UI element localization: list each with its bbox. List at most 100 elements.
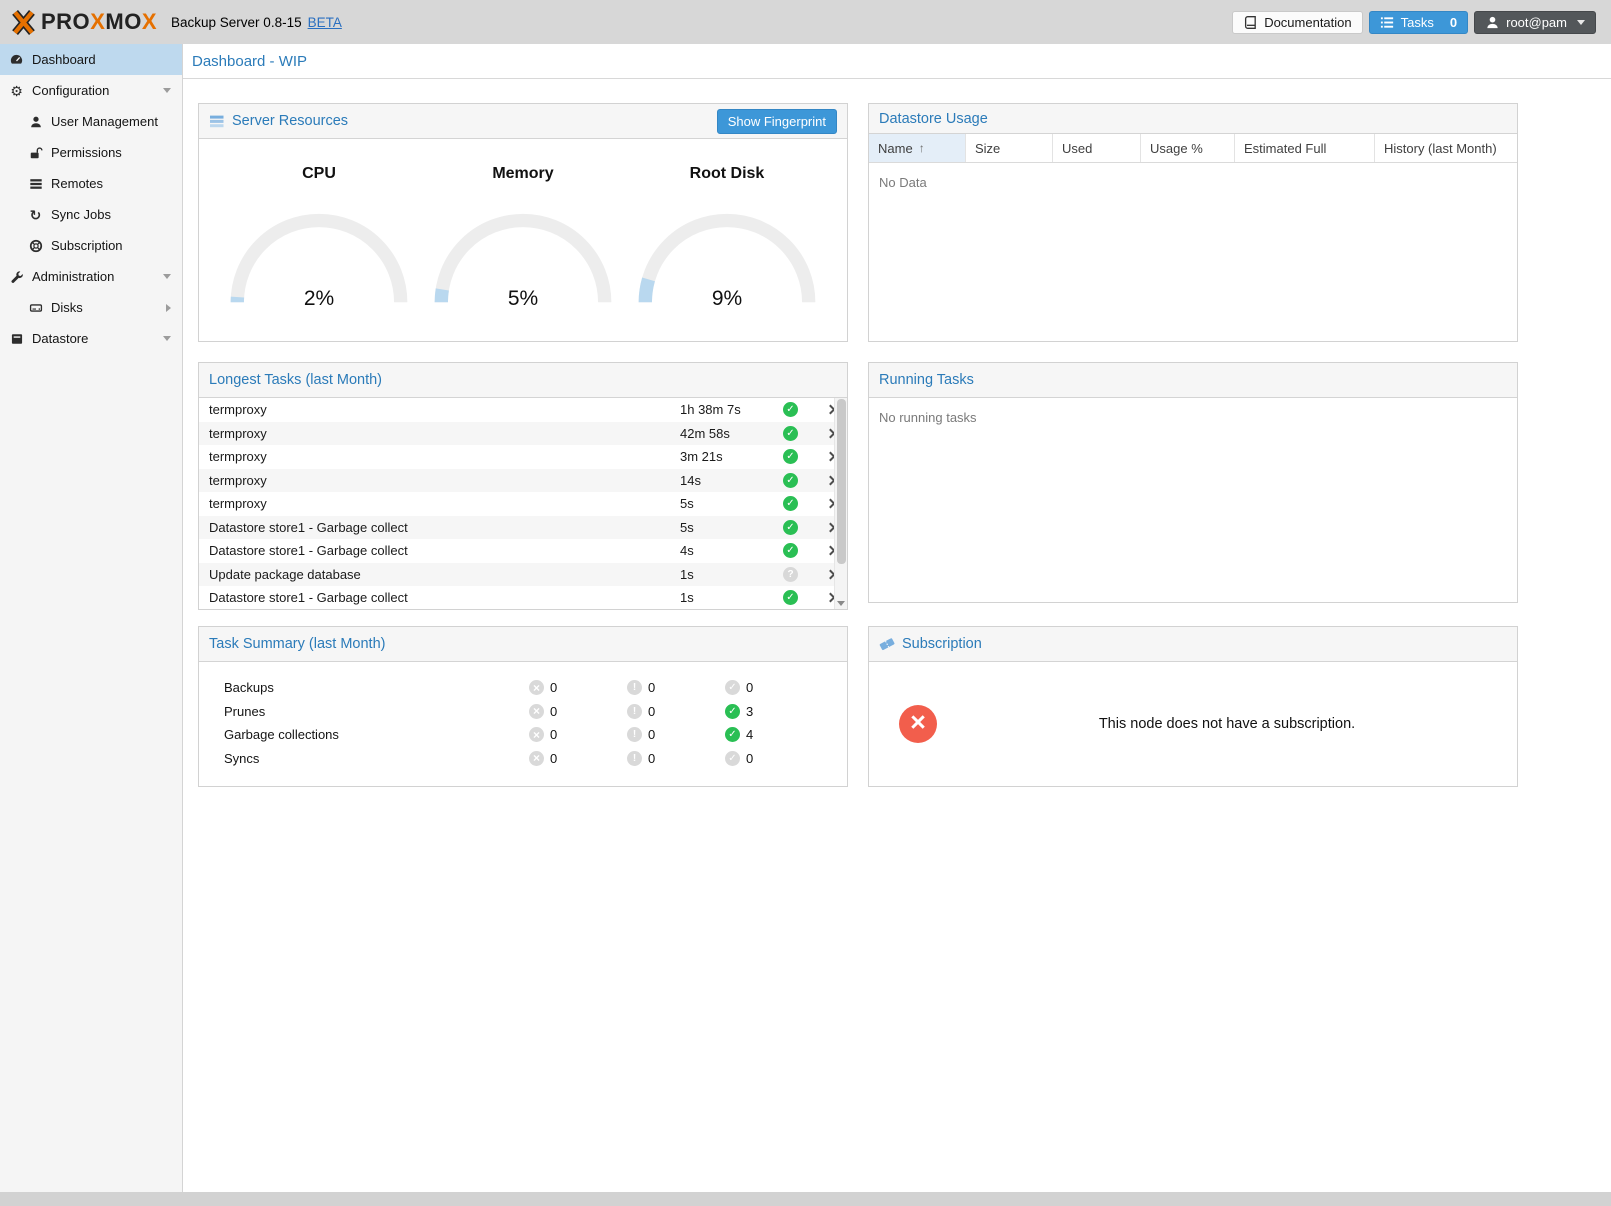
ok-count-icon	[725, 751, 740, 766]
resources-bars-icon	[209, 113, 225, 129]
wrench-icon	[9, 269, 24, 284]
dashboard-icon	[9, 52, 24, 67]
sidebar-item-dashboard[interactable]: Dashboard	[0, 44, 182, 75]
bottom-bar	[0, 1192, 1611, 1206]
scrollbar-thumb[interactable]	[837, 399, 846, 564]
life-ring-icon	[28, 238, 43, 253]
sidebar-item-remotes[interactable]: Remotes	[0, 168, 182, 199]
cpu-gauge: CPU 2%	[224, 165, 414, 315]
sidebar-item-sync-jobs[interactable]: ↻ Sync Jobs	[0, 199, 182, 230]
warning-count-icon	[627, 727, 642, 742]
sidebar-item-subscription[interactable]: Subscription	[0, 230, 182, 261]
documentation-button[interactable]: Documentation	[1232, 11, 1362, 34]
ok-count-icon	[725, 704, 740, 719]
error-count-icon	[529, 704, 544, 719]
task-status-icon	[783, 590, 798, 605]
gears-icon: ⚙	[9, 83, 24, 98]
task-row[interactable]: Update package database 1s	[199, 563, 847, 587]
sidebar-item-datastore[interactable]: Datastore	[0, 323, 182, 354]
task-list-icon	[1380, 15, 1395, 30]
column-header-history[interactable]: History (last Month)	[1375, 134, 1517, 162]
memory-gauge: Memory 5%	[428, 165, 618, 315]
top-bar: PROXMOX Backup Server 0.8-15 BETA Docume…	[0, 0, 1611, 44]
sync-icon: ↻	[28, 207, 43, 222]
beta-link[interactable]: BETA	[308, 15, 342, 30]
proxmox-x-icon	[10, 9, 37, 36]
summary-row: Garbage collections 0 0 4	[199, 723, 847, 747]
sidebar-item-configuration[interactable]: ⚙ Configuration	[0, 75, 182, 106]
summary-row: Prunes 0 0 3	[199, 700, 847, 724]
sidebar: Dashboard ⚙ Configuration User Managemen…	[0, 44, 183, 1192]
sidebar-item-user-management[interactable]: User Management	[0, 106, 182, 137]
task-row[interactable]: termproxy 1h 38m 7s	[199, 398, 847, 422]
column-header-usage[interactable]: Usage %	[1141, 134, 1235, 162]
error-count-icon	[529, 680, 544, 695]
longest-tasks-list: termproxy 1h 38m 7s termproxy 42m 58s te…	[199, 398, 847, 609]
warning-count-icon	[627, 680, 642, 695]
disk-drive-icon	[28, 300, 43, 315]
no-data-text: No Data	[869, 163, 1517, 202]
collapse-caret-icon	[163, 88, 171, 93]
task-row[interactable]: Datastore store1 - Garbage collect 5s	[199, 516, 847, 540]
task-status-icon	[783, 567, 798, 582]
column-header-name[interactable]: Name ↑	[869, 134, 966, 162]
user-menu-button[interactable]: root@pam	[1474, 11, 1596, 34]
datastore-usage-panel: Datastore Usage Name ↑ Size Used Usage %…	[868, 103, 1518, 342]
panel-title: Task Summary (last Month)	[209, 636, 385, 652]
task-row[interactable]: termproxy 5s	[199, 492, 847, 516]
task-row[interactable]: termproxy 3m 21s	[199, 445, 847, 469]
main-content: Dashboard - WIP Server Resources Show Fi…	[183, 44, 1611, 1192]
tasks-button[interactable]: Tasks 0	[1369, 11, 1468, 34]
scrollbar-down-arrow[interactable]	[837, 601, 845, 606]
root-disk-gauge: Root Disk 9%	[632, 165, 822, 315]
tasks-count-badge: 0	[1450, 15, 1457, 30]
running-tasks-panel: Running Tasks No running tasks	[868, 362, 1518, 603]
datastore-icon	[9, 331, 24, 346]
column-header-estimated-full[interactable]: Estimated Full	[1235, 134, 1375, 162]
summary-row: Backups 0 0 0	[199, 676, 847, 700]
sidebar-item-disks[interactable]: Disks	[0, 292, 182, 323]
gauges: CPU 2% Memory 5% Root Disk	[199, 139, 847, 315]
panel-title: Running Tasks	[879, 372, 974, 388]
task-status-icon	[783, 402, 798, 417]
sort-ascending-icon: ↑	[919, 141, 925, 155]
subscription-message: This node does not have a subscription.	[937, 716, 1517, 732]
ok-count-icon	[725, 727, 740, 742]
longest-tasks-panel: Longest Tasks (last Month) termproxy 1h …	[198, 362, 848, 610]
task-row[interactable]: termproxy 42m 58s	[199, 422, 847, 446]
warning-count-icon	[627, 704, 642, 719]
column-header-used[interactable]: Used	[1053, 134, 1141, 162]
task-row[interactable]: Datastore store1 - Garbage collect 1s	[199, 586, 847, 609]
vertical-scrollbar[interactable]	[834, 398, 847, 609]
version-text: Backup Server 0.8-15	[171, 15, 302, 30]
brand-text: PROXMOX	[41, 9, 157, 35]
ok-count-icon	[725, 680, 740, 695]
user-icon	[28, 114, 43, 129]
task-summary-table: Backups 0 0 0 Prunes 0 0 3 Garbage colle…	[199, 662, 847, 770]
subscription-panel: Subscription × This node does not have a…	[868, 626, 1518, 787]
task-summary-panel: Task Summary (last Month) Backups 0 0 0 …	[198, 626, 848, 787]
task-status-icon	[783, 449, 798, 464]
task-row[interactable]: termproxy 14s	[199, 469, 847, 493]
error-count-icon	[529, 751, 544, 766]
column-header-size[interactable]: Size	[966, 134, 1053, 162]
summary-row: Syncs 0 0 0	[199, 747, 847, 771]
collapse-caret-icon	[163, 336, 171, 341]
chevron-down-icon	[1577, 20, 1585, 25]
page-title: Dashboard - WIP	[192, 53, 307, 70]
warning-count-icon	[627, 751, 642, 766]
show-fingerprint-button[interactable]: Show Fingerprint	[717, 109, 837, 134]
panel-title: Server Resources	[232, 113, 348, 129]
task-row[interactable]: Datastore store1 - Garbage collect 4s	[199, 539, 847, 563]
no-subscription-icon: ×	[899, 705, 937, 743]
ticket-icon	[879, 636, 895, 652]
server-bars-icon	[28, 176, 43, 191]
error-count-icon	[529, 727, 544, 742]
task-status-icon	[783, 520, 798, 535]
proxmox-logo: PROXMOX	[10, 9, 157, 36]
sidebar-item-administration[interactable]: Administration	[0, 261, 182, 292]
task-status-icon	[783, 543, 798, 558]
task-status-icon	[783, 473, 798, 488]
sidebar-item-permissions[interactable]: Permissions	[0, 137, 182, 168]
server-resources-panel: Server Resources Show Fingerprint CPU 2%…	[198, 103, 848, 342]
